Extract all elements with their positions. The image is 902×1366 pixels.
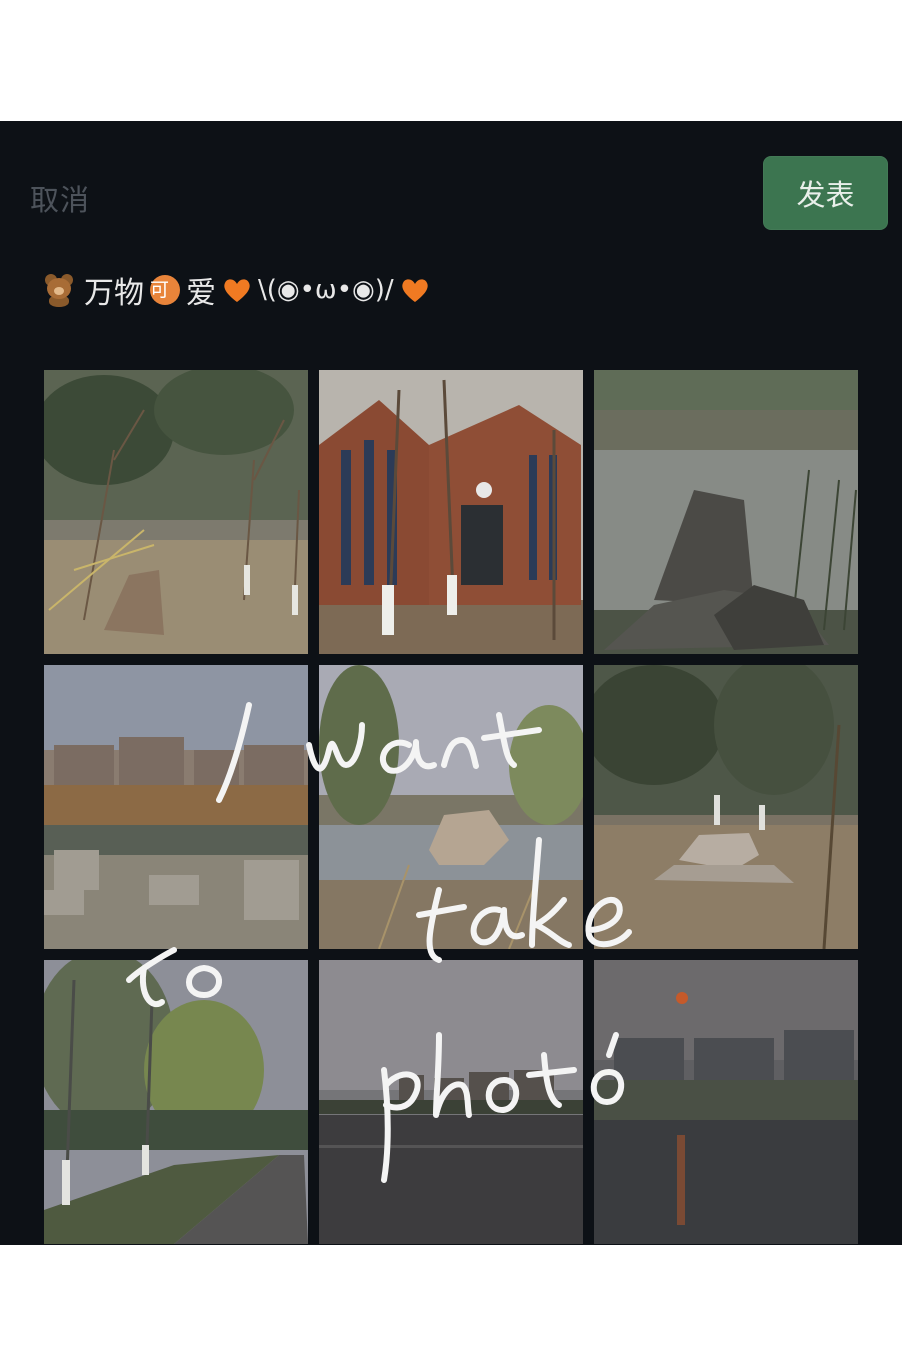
photo-thumbnail-2[interactable] bbox=[319, 370, 583, 654]
photo-thumbnail-7[interactable] bbox=[44, 960, 308, 1244]
photo-thumbnail-4[interactable] bbox=[44, 665, 308, 949]
orange-heart-icon bbox=[222, 275, 252, 305]
kaomoji: \(◉•ω•◉)/ bbox=[258, 275, 394, 305]
compose-screen: 取消 发表 万物 可 爱 \(◉•ω•◉)/ bbox=[0, 121, 902, 1245]
photo-thumbnail-9[interactable] bbox=[594, 960, 858, 1244]
photo-grid bbox=[44, 370, 858, 1246]
caption-text-2: 爱 bbox=[186, 276, 216, 311]
caption-text-1: 万物 bbox=[84, 276, 144, 311]
photo-thumbnail-5[interactable] bbox=[319, 665, 583, 949]
orange-heart-icon bbox=[400, 275, 430, 305]
cancel-button[interactable]: 取消 bbox=[30, 177, 90, 219]
photo-thumbnail-8[interactable] bbox=[319, 960, 583, 1244]
teddy-bear-icon bbox=[42, 273, 76, 307]
post-caption[interactable]: 万物 可 爱 \(◉•ω•◉)/ bbox=[42, 268, 436, 312]
photo-thumbnail-1[interactable] bbox=[44, 370, 308, 654]
photo-thumbnail-6[interactable] bbox=[594, 665, 858, 949]
photo-thumbnail-3[interactable] bbox=[594, 370, 858, 654]
post-button[interactable]: 发表 bbox=[763, 156, 888, 230]
ke-badge-icon: 可 bbox=[150, 275, 180, 305]
